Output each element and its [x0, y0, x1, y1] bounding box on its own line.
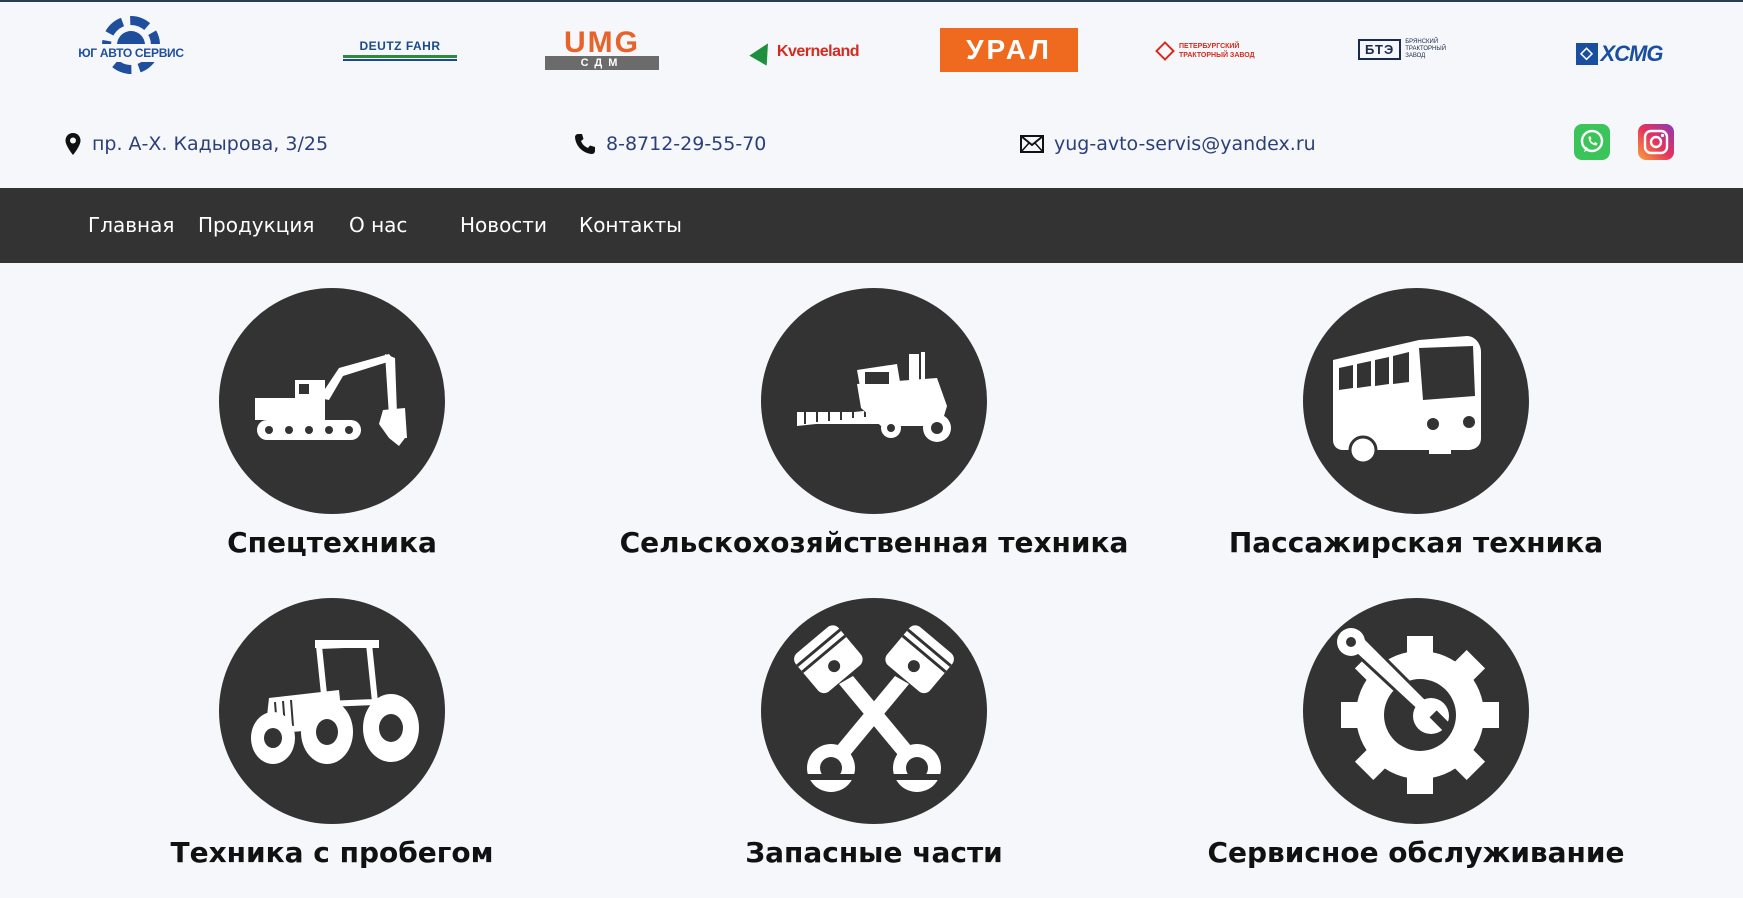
phone[interactable]: 8-8712-29-55-70 — [574, 128, 766, 160]
address: пр. А-Х. Кадырова, 3/25 — [64, 128, 328, 160]
site-logo[interactable]: ЮГ АВТО СЕРВИС — [70, 12, 190, 90]
leaf-icon — [749, 38, 777, 66]
email-link[interactable]: yug-avto-servis@yandex.ru — [1054, 133, 1316, 155]
nav-item-home[interactable]: Главная — [88, 188, 174, 263]
instagram-icon[interactable] — [1638, 124, 1674, 160]
phone-link[interactable]: 8-8712-29-55-70 — [606, 133, 766, 155]
xcmg-logo: ◇ XCMG — [1563, 41, 1675, 66]
category-title: Сельскохозяйственная техника — [619, 526, 1129, 559]
kverneland-logo: Kverneland — [748, 38, 864, 66]
nav-item-about[interactable]: О нас — [349, 188, 407, 263]
xcmg-mark-icon: ◇ — [1575, 43, 1598, 65]
pistons-icon[interactable] — [761, 598, 987, 824]
umg-sdm-logo: UMG СДМ — [545, 28, 659, 70]
email[interactable]: yug-avto-servis@yandex.ru — [1020, 128, 1316, 160]
category-title: Техника с пробегом — [170, 836, 494, 869]
whatsapp-icon[interactable] — [1574, 124, 1610, 160]
site-logo-text: ЮГ АВТО СЕРВИС — [72, 44, 190, 62]
ural-logo: УРАЛ — [940, 28, 1078, 72]
diamond-icon — [1155, 41, 1175, 61]
category-title: Пассажирская техника — [1228, 526, 1604, 559]
brand-logo-row: ЮГ АВТО СЕРВИС DEUTZ FAHR UMG СДМ Kverne… — [0, 8, 1743, 96]
main-nav: Главная Продукция О нас Новости Контакты — [0, 188, 1743, 263]
excavator-icon[interactable] — [219, 288, 445, 514]
category-title: Спецтехника — [227, 526, 437, 559]
combine-harvester-icon[interactable] — [761, 288, 987, 514]
tractor-icon[interactable] — [219, 598, 445, 824]
envelope-icon — [1020, 135, 1044, 153]
deutz-fahr-logo: DEUTZ FAHR — [343, 32, 457, 68]
nav-item-news[interactable]: Новости — [460, 188, 547, 263]
bus-icon[interactable] — [1303, 288, 1529, 514]
address-text: пр. А-Х. Кадырова, 3/25 — [92, 133, 329, 155]
top-border — [0, 0, 1743, 2]
location-pin-icon — [65, 133, 81, 155]
phone-icon — [575, 134, 595, 154]
nav-item-products[interactable]: Продукция — [198, 188, 314, 263]
wrench-gear-icon[interactable] — [1303, 598, 1529, 824]
ptz-logo: ПЕТЕРБУРГСКИЙ ТРАКТОРНЫЙ ЗАВОД — [1155, 40, 1266, 62]
category-title: Сервисное обслуживание — [1207, 836, 1625, 869]
category-title: Запасные части — [745, 836, 1003, 869]
nav-item-contacts[interactable]: Контакты — [579, 188, 682, 263]
bte-logo: БТЭ БРЯНСКИЙ ТРАКТОРНЫЙ ЗАВОД — [1358, 34, 1474, 64]
